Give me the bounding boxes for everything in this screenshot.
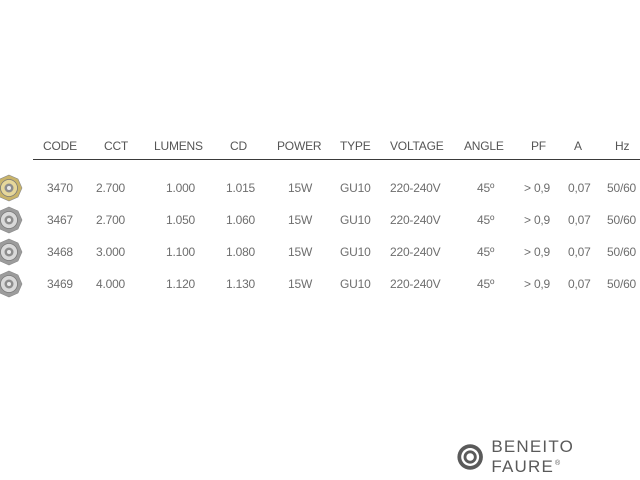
cell-cct: 2.700	[96, 181, 126, 195]
cell-cd: 1.080	[226, 245, 256, 259]
gu10-bulb-icon	[0, 270, 23, 298]
cell-voltage: 220-240V	[390, 181, 441, 195]
cell-hz: 50/60	[607, 277, 637, 291]
header-power: POWER	[277, 139, 322, 153]
cell-voltage: 220-240V	[390, 213, 441, 227]
gu10-bulb-icon	[0, 238, 23, 266]
cell-type: GU10	[340, 213, 371, 227]
cell-code: 3470	[47, 181, 73, 195]
header-code: CODE	[43, 139, 77, 153]
cell-cct: 3.000	[96, 245, 126, 259]
cell-angle: 45º	[477, 213, 495, 227]
header-type: TYPE	[340, 139, 371, 153]
cell-lumens: 1.100	[166, 245, 196, 259]
cell-power: 15W	[288, 213, 313, 227]
cell-pf: > 0,9	[524, 245, 551, 259]
cell-power: 15W	[288, 245, 313, 259]
table-body: 3470 2.700 1.000 1.015 15W GU10 220-240V 45º > 0…	[0, 172, 640, 300]
header-lumens: LUMENS	[154, 139, 203, 153]
cell-voltage: 220-240V	[390, 245, 441, 259]
cell-cd: 1.060	[226, 213, 256, 227]
cell-hz: 50/60	[607, 245, 637, 259]
cell-pf: > 0,9	[524, 181, 551, 195]
header-angle: ANGLE	[464, 139, 504, 153]
table-row: 3469 4.000 1.120 1.130 15W GU10 220-240V 45º > 0…	[0, 268, 640, 300]
cell-cd: 1.015	[226, 181, 256, 195]
brand-logo-icon	[457, 444, 483, 470]
gu10-bulb-icon	[0, 174, 23, 202]
cell-power: 15W	[288, 277, 313, 291]
table-row: 3467 2.700 1.050 1.060 15W GU10 220-240V 45º > 0…	[0, 204, 640, 236]
cell-cd: 1.130	[226, 277, 256, 291]
header-cd: CD	[230, 139, 247, 153]
brand-name: BENEITO FAURE®	[491, 437, 640, 477]
cell-cct: 4.000	[96, 277, 126, 291]
header-pf: PF	[531, 139, 546, 153]
spec-table: CODE CCT LUMENS CD POWER TYPE VOLTAGE AN…	[0, 133, 640, 300]
cell-type: GU10	[340, 245, 371, 259]
cell-pf: > 0,9	[524, 277, 551, 291]
cell-code: 3468	[47, 245, 73, 259]
cell-a: 0,07	[568, 277, 591, 291]
cell-angle: 45º	[477, 245, 495, 259]
cell-angle: 45º	[477, 181, 495, 195]
cell-type: GU10	[340, 277, 371, 291]
registered-mark: ®	[555, 460, 561, 468]
cell-angle: 45º	[477, 277, 495, 291]
cell-hz: 50/60	[607, 181, 637, 195]
cell-voltage: 220-240V	[390, 277, 441, 291]
table-row: 3468 3.000 1.100 1.080 15W GU10 220-240V 45º > 0…	[0, 236, 640, 268]
cell-lumens: 1.120	[166, 277, 196, 291]
cell-power: 15W	[288, 181, 313, 195]
cell-code: 3469	[47, 277, 73, 291]
cell-cct: 2.700	[96, 213, 126, 227]
cell-code: 3467	[47, 213, 73, 227]
header-cct: CCT	[104, 139, 129, 153]
cell-hz: 50/60	[607, 213, 637, 227]
cell-a: 0,07	[568, 213, 591, 227]
cell-type: GU10	[340, 181, 371, 195]
cell-a: 0,07	[568, 245, 591, 259]
table-header: CODE CCT LUMENS CD POWER TYPE VOLTAGE AN…	[33, 133, 640, 160]
cell-lumens: 1.050	[166, 213, 196, 227]
brand-name-text: BENEITO FAURE	[491, 437, 575, 476]
table-row: 3470 2.700 1.000 1.015 15W GU10 220-240V 45º > 0…	[0, 172, 640, 204]
brand-logo: BENEITO FAURE®	[456, 437, 640, 476]
gu10-bulb-icon	[0, 206, 23, 234]
header-a: A	[574, 139, 582, 153]
cell-pf: > 0,9	[524, 213, 551, 227]
header-voltage: VOLTAGE	[390, 139, 444, 153]
header-hz: Hz	[615, 139, 630, 153]
cell-a: 0,07	[568, 181, 591, 195]
cell-lumens: 1.000	[166, 181, 196, 195]
